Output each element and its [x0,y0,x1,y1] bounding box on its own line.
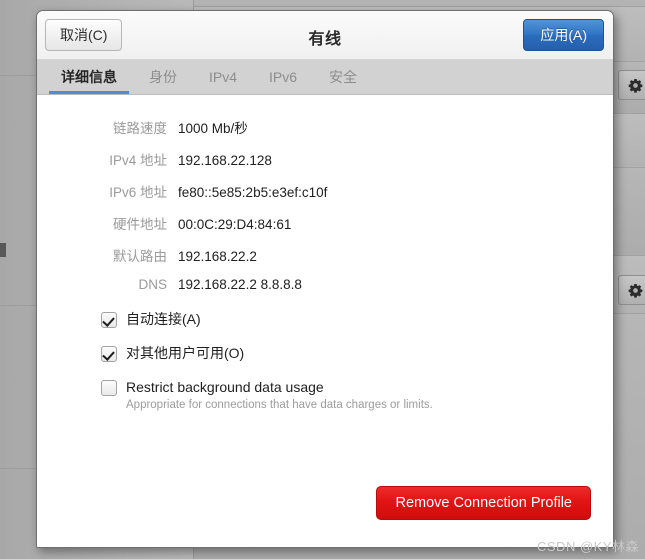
option-available-to-other-users[interactable]: 对其他用户可用(O) [101,344,561,362]
option-auto-connect[interactable]: 自动连接(A) [101,310,561,328]
gear-icon-button-2[interactable] [618,275,645,305]
detail-row-link-speed: 链路速度 1000 Mb/秒 [37,117,613,149]
background-glyph-fragment [0,243,6,257]
connection-details-list: 链路速度 1000 Mb/秒 IPv4 地址 192.168.22.128 IP… [37,117,613,309]
watermark: CSDN @KY林森 [537,539,639,554]
detail-row-ipv4-address: IPv4 地址 192.168.22.128 [37,149,613,181]
tab-identity[interactable]: 身份 [133,60,193,94]
option-text-group: Restrict background data usage Appropria… [126,378,433,413]
restrict-background-data-checkbox[interactable] [101,380,117,396]
detail-label: 默认路由 [113,249,167,264]
option-label: Restrict background data usage [126,379,324,395]
detail-value: 192.168.22.2 [178,249,257,264]
option-label: 对其他用户可用(O) [126,345,245,361]
detail-row-hardware-address: 硬件地址 00:0C:29:D4:84:61 [37,213,613,245]
detail-row-dns: DNS 192.168.22.2 8.8.8.8 [37,277,613,309]
detail-value: 00:0C:29:D4:84:61 [178,217,292,232]
connection-options: 自动连接(A) 对其他用户可用(O) Restrict background d… [101,310,561,413]
dialog-body: 链路速度 1000 Mb/秒 IPv4 地址 192.168.22.128 IP… [37,95,613,547]
detail-value: 192.168.22.128 [178,153,272,168]
remove-connection-profile-button[interactable]: Remove Connection Profile [376,486,591,520]
wired-connection-dialog: 取消(C) 有线 应用(A) 详细信息 身份 IPv4 IPv6 安全 链路速度… [36,10,614,548]
detail-value: 192.168.22.2 8.8.8.8 [178,277,302,292]
detail-label: IPv4 地址 [109,153,167,168]
detail-label: 链路速度 [113,121,167,136]
option-label: 自动连接(A) [126,311,201,327]
tab-security[interactable]: 安全 [313,60,373,94]
option-restrict-background-data[interactable]: Restrict background data usage Appropria… [101,378,561,413]
gear-icon [628,78,643,93]
apply-button[interactable]: 应用(A) [523,19,604,51]
detail-value: 1000 Mb/秒 [178,121,248,136]
auto-connect-checkbox[interactable] [101,312,117,328]
dialog-tabbar: 详细信息 身份 IPv4 IPv6 安全 [37,60,613,95]
available-to-other-users-checkbox[interactable] [101,346,117,362]
detail-row-default-route: 默认路由 192.168.22.2 [37,245,613,277]
option-text-group: 自动连接(A) [126,310,201,328]
tab-ipv4[interactable]: IPv4 [193,60,253,94]
detail-value: fe80::5e85:2b5:e3ef:c10f [178,185,328,200]
detail-label: 硬件地址 [113,217,167,232]
detail-row-ipv6-address: IPv6 地址 fe80::5e85:2b5:e3ef:c10f [37,181,613,213]
dialog-titlebar: 取消(C) 有线 应用(A) [37,11,613,60]
option-description: Appropriate for connections that have da… [126,399,433,411]
tab-ipv6[interactable]: IPv6 [253,60,313,94]
detail-label: DNS [138,277,167,292]
tab-details[interactable]: 详细信息 [45,60,133,94]
detail-label: IPv6 地址 [109,185,167,200]
gear-icon [628,283,643,298]
gear-icon-button-1[interactable] [618,70,645,100]
option-text-group: 对其他用户可用(O) [126,344,244,362]
